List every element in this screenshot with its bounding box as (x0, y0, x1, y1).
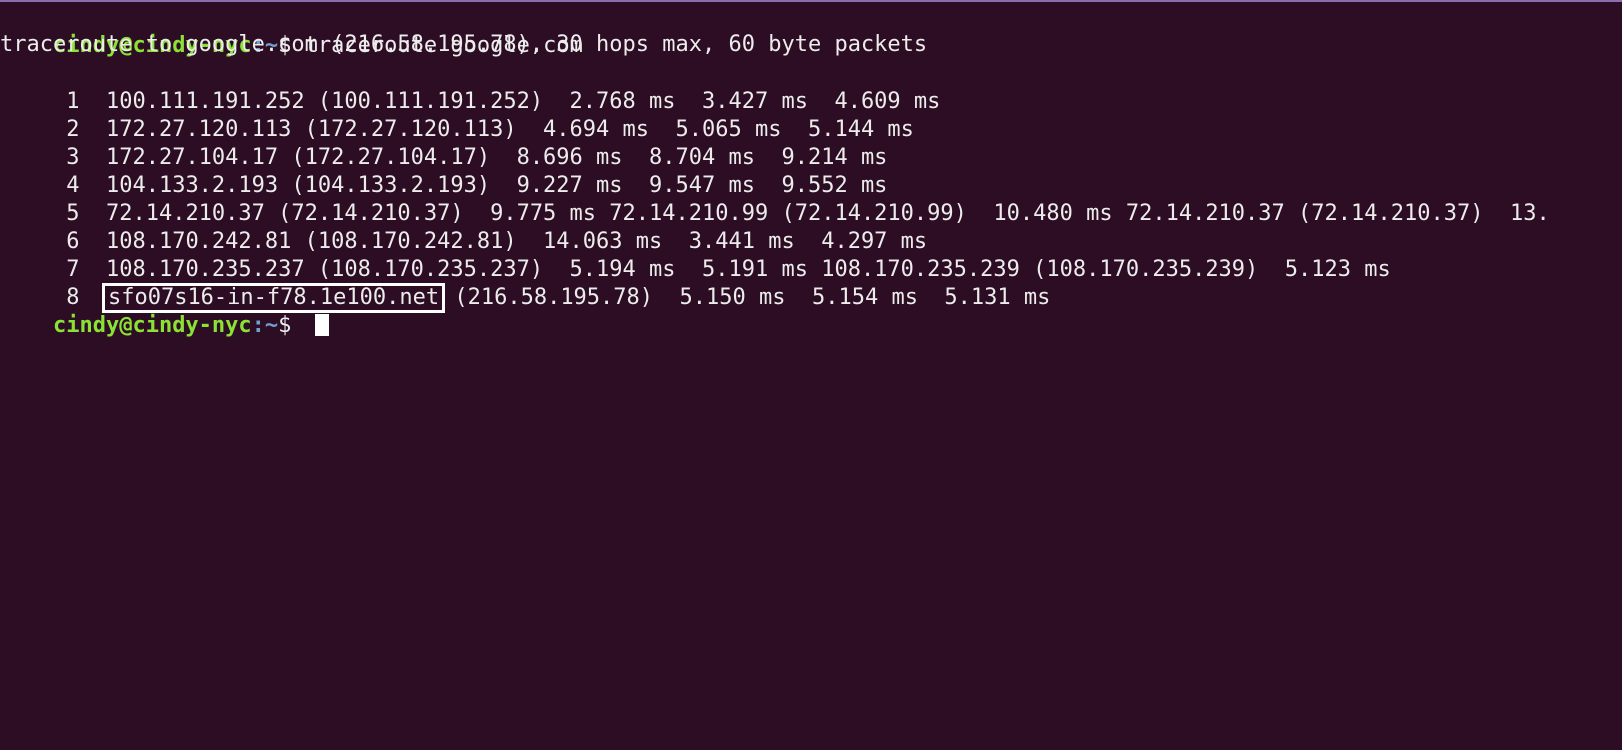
hop-row: 8 sfo07s16-in-f78.1e100.net (216.58.195.… (0, 254, 1050, 313)
hop-row: 3 172.27.104.17 (172.27.104.17) 8.696 ms… (0, 114, 887, 170)
hop-row: 5 72.14.210.37 (72.14.210.37) 9.775 ms 7… (0, 170, 1549, 226)
traceroute-header: traceroute to google.com (216.58.195.78)… (0, 32, 928, 57)
terminal-window[interactable]: cindy@cindy-nyc:~$ traceroute google.com… (0, 0, 1622, 750)
prompt-user-host: cindy@cindy-nyc (52, 313, 252, 338)
prompt-path: :~ (251, 313, 279, 338)
text-cursor[interactable] (314, 314, 329, 336)
hop-row: 7 108.170.235.237 (108.170.235.237) 5.19… (0, 226, 1391, 282)
prompt-line-command: cindy@cindy-nyc:~$ traceroute google.com (0, 2, 583, 58)
hop-text: (216.58.195.78) 5.150 ms 5.154 ms 5.131 … (441, 285, 1051, 310)
hop-row: 4 104.133.2.193 (104.133.2.193) 9.227 ms… (0, 142, 887, 198)
prompt-line-current[interactable]: cindy@cindy-nyc:~$ (0, 282, 329, 338)
hop-row: 6 108.170.242.81 (108.170.242.81) 14.063… (0, 198, 927, 254)
hop-row: 1 100.111.191.252 (100.111.191.252) 2.76… (0, 58, 940, 114)
hop-row: 2 172.27.120.113 (172.27.120.113) 4.694 … (0, 86, 914, 142)
prompt-symbol: $ (278, 313, 305, 338)
